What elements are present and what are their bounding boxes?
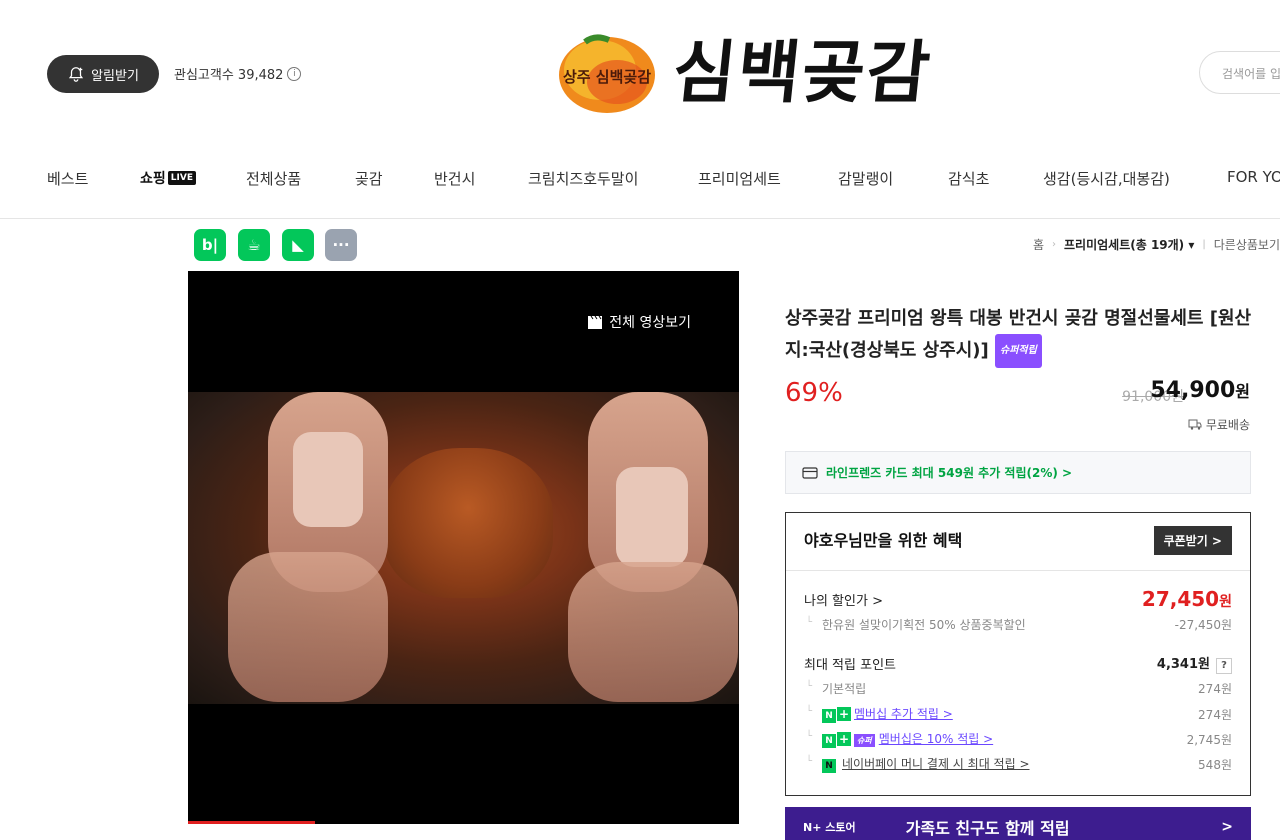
- live-badge: LIVE: [167, 171, 196, 185]
- max-points-row: 최대 적립 포인트 4,341원?: [804, 653, 1232, 674]
- breadcrumb-other[interactable]: 다른상품보기: [1214, 236, 1280, 253]
- more-icon[interactable]: ···: [325, 229, 357, 261]
- nav-item-vinegar[interactable]: 감식초: [948, 168, 989, 189]
- my-price: 27,450원: [1141, 587, 1232, 611]
- breadcrumb: 홈 › 프리미엄세트(총 19개) ▾ | 다른상품보기: [1032, 236, 1280, 253]
- card-promo-link[interactable]: 라인프렌즈 카드 최대 549원 추가 적립(2%) >: [785, 451, 1251, 494]
- npay-link[interactable]: 네이버페이 머니 결제 시 최대 적립 >: [842, 757, 1030, 771]
- full-video-link[interactable]: 전체 영상보기: [587, 312, 691, 332]
- breadcrumb-home[interactable]: 홈: [1033, 236, 1044, 253]
- product-title: 상주곶감 프리미엄 왕특 대봉 반건시 곶감 명절선물세트 [원산지:국산(경상…: [785, 304, 1255, 368]
- nav-item-bangunsi[interactable]: 반건시: [434, 168, 475, 189]
- info-icon[interactable]: i: [287, 66, 302, 81]
- naver-n-icon: N: [822, 709, 836, 723]
- search-input[interactable]: 검색어를 입력하세요: [1199, 51, 1280, 94]
- membership-points-row: N+멤버십 추가 적립 > 274원: [804, 705, 1232, 723]
- plus-icon: +: [837, 732, 851, 746]
- nav-item-premium-set[interactable]: 프리미엄세트: [698, 168, 781, 189]
- logo-emblem-icon: 상주 심백곶감: [559, 34, 655, 113]
- nav-item-for-you[interactable]: FOR YOU: [1227, 168, 1280, 186]
- benefit-box: 야호우님만을 위한 혜택 쿠폰받기 > 나의 할인가 > 27,450원 한유원…: [785, 512, 1251, 796]
- nav-item-dried-slices[interactable]: 감말랭이: [838, 168, 893, 189]
- shipping-info: 무료배송: [1188, 416, 1250, 433]
- my-price-label[interactable]: 나의 할인가 >: [804, 590, 883, 609]
- super-point-badge: 슈퍼적립: [995, 334, 1042, 368]
- my-price-row: 나의 할인가 > 27,450원: [804, 587, 1232, 611]
- nav-item-shopping-live[interactable]: 쇼핑 LIVE: [140, 168, 196, 188]
- nav-item-best[interactable]: 베스트: [47, 168, 88, 189]
- store-banner-text: 가족도 친구도 함께 적립: [905, 819, 1070, 838]
- cafe-icon[interactable]: ☕: [238, 229, 270, 261]
- nav-item-gotgam[interactable]: 곶감: [355, 168, 383, 189]
- help-icon[interactable]: ?: [1216, 658, 1232, 674]
- npay-icon: N: [822, 759, 836, 773]
- store-banner[interactable]: N+ 스토어 가족도 친구도 함께 적립 >: [785, 807, 1251, 840]
- plus-icon: +: [837, 707, 851, 721]
- logo-text: 심백곶감: [668, 33, 936, 113]
- logo-emblem-text: 상주 심백곶감: [563, 68, 651, 86]
- nav-item-cream-cheese[interactable]: 크림치즈호두말이: [528, 168, 638, 189]
- basic-points-row: 기본적립 274원: [804, 680, 1232, 697]
- membership-link[interactable]: 멤버십 추가 적립 >: [854, 707, 953, 721]
- truck-icon: [1188, 419, 1202, 430]
- clapperboard-icon: [588, 315, 603, 329]
- npay-points-row: N네이버페이 머니 결제 시 최대 적립 > 548원: [804, 755, 1232, 773]
- naver-n-icon: N: [822, 734, 836, 748]
- discount-detail-row: 한유원 설맞이기획전 50% 상품중복할인 -27,450원: [804, 616, 1232, 633]
- product-video[interactable]: 전체 영상보기: [188, 271, 739, 824]
- notify-label: 알림받기: [91, 68, 139, 84]
- super-membership-link[interactable]: 멤버십은 10% 적립 >: [879, 732, 993, 746]
- video-progress-bar[interactable]: [188, 821, 315, 824]
- chevron-right-icon: >: [1221, 819, 1233, 835]
- store-logo[interactable]: 상주 심백곶감 심백곶감: [555, 30, 935, 120]
- coupon-button[interactable]: 쿠폰받기 >: [1153, 526, 1232, 555]
- nav-divider: [0, 218, 1280, 219]
- super-points-row: N+슈퍼멤버십은 10% 적립 > 2,745원: [804, 730, 1232, 748]
- discount-rate: 69%: [785, 378, 843, 408]
- sale-price: 54,900원: [1150, 378, 1250, 403]
- keep-icon[interactable]: ◣: [282, 229, 314, 261]
- category-nav: 베스트 쇼핑 LIVE 전체상품 곶감 반건시 크림치즈호두말이 프리미엄세트 감…: [0, 158, 1280, 198]
- chevron-right-icon: ›: [1052, 239, 1056, 250]
- interest-count: 관심고객수 39,482 i: [174, 64, 302, 83]
- super-badge: 슈퍼: [854, 734, 875, 747]
- bell-plus-icon: [68, 67, 84, 82]
- nav-item-all[interactable]: 전체상품: [246, 168, 301, 189]
- video-frame: [188, 392, 739, 704]
- store-brand: N+ 스토어: [803, 821, 856, 834]
- notify-button[interactable]: 알림받기: [47, 55, 159, 93]
- credit-card-icon: [802, 466, 818, 479]
- blog-icon[interactable]: b|: [194, 229, 226, 261]
- breadcrumb-category[interactable]: 프리미엄세트(총 19개) ▾: [1064, 236, 1194, 253]
- benefit-title: 야호우님만을 위한 혜택: [804, 531, 963, 550]
- nav-item-fresh[interactable]: 생감(등시감,대봉감): [1043, 168, 1170, 189]
